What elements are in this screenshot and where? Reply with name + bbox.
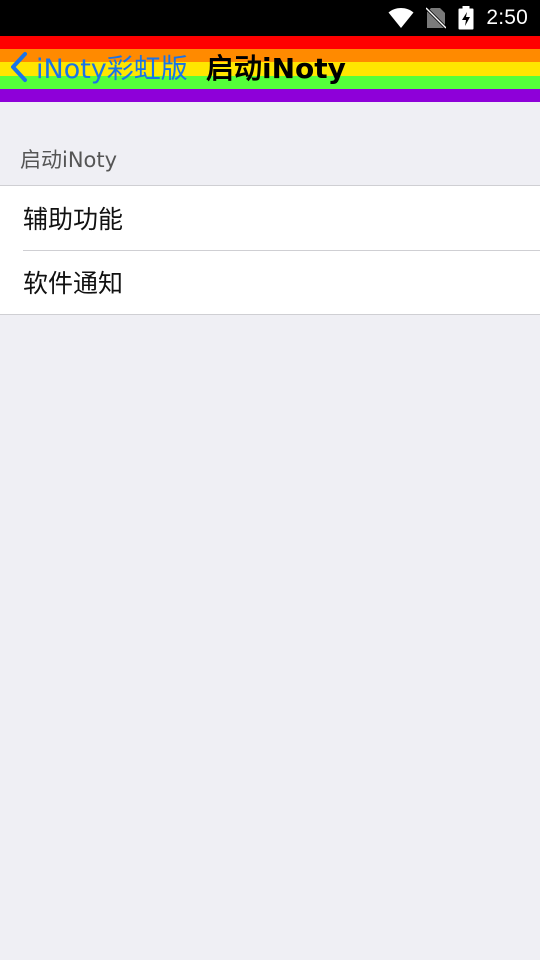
wifi-icon: [388, 7, 414, 29]
status-icons: 2:50: [388, 0, 528, 36]
back-button-label: iNoty彩虹版: [36, 53, 188, 85]
list-item-label: 辅助功能: [23, 205, 124, 234]
no-sim-icon: [426, 7, 447, 29]
settings-group: 辅助功能 软件通知: [0, 185, 540, 315]
status-bar: 2:50: [0, 0, 540, 36]
list-item-app-notifications[interactable]: 软件通知: [0, 250, 540, 314]
page-title: 启动iNoty: [206, 52, 346, 85]
battery-charging-icon: [458, 6, 474, 30]
list-item-accessibility[interactable]: 辅助功能: [0, 186, 540, 250]
status-time: 2:50: [486, 6, 528, 29]
navigation-bar: iNoty彩虹版 启动iNoty: [0, 36, 540, 102]
section-header: 启动iNoty: [20, 148, 118, 172]
chevron-left-icon: [8, 51, 30, 87]
list-item-label: 软件通知: [23, 269, 124, 298]
back-button[interactable]: iNoty彩虹版: [8, 36, 188, 102]
